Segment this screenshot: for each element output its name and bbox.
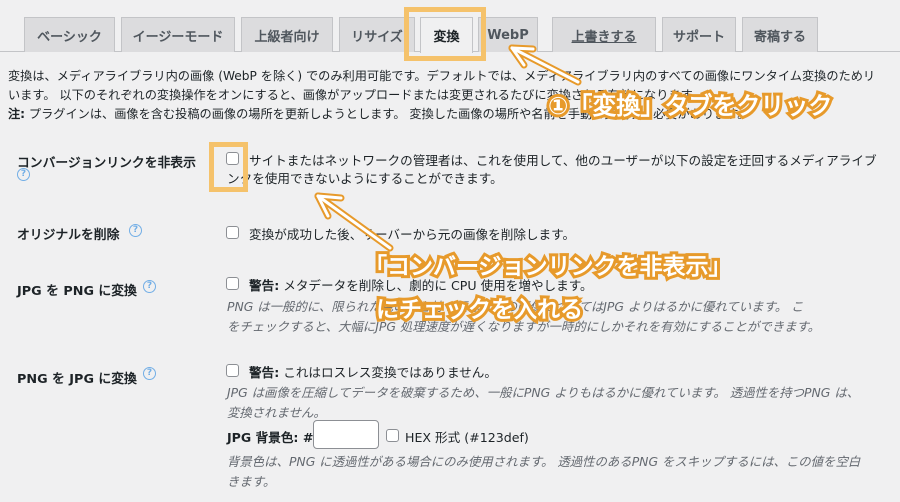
callout-step2-line2: にチェックを入れる (373, 294, 586, 326)
callout-step1: ①「変換」タブをクリック (545, 89, 835, 123)
callout-step2-line1: 「コンバージョンリンクを非表示」 (361, 251, 735, 283)
